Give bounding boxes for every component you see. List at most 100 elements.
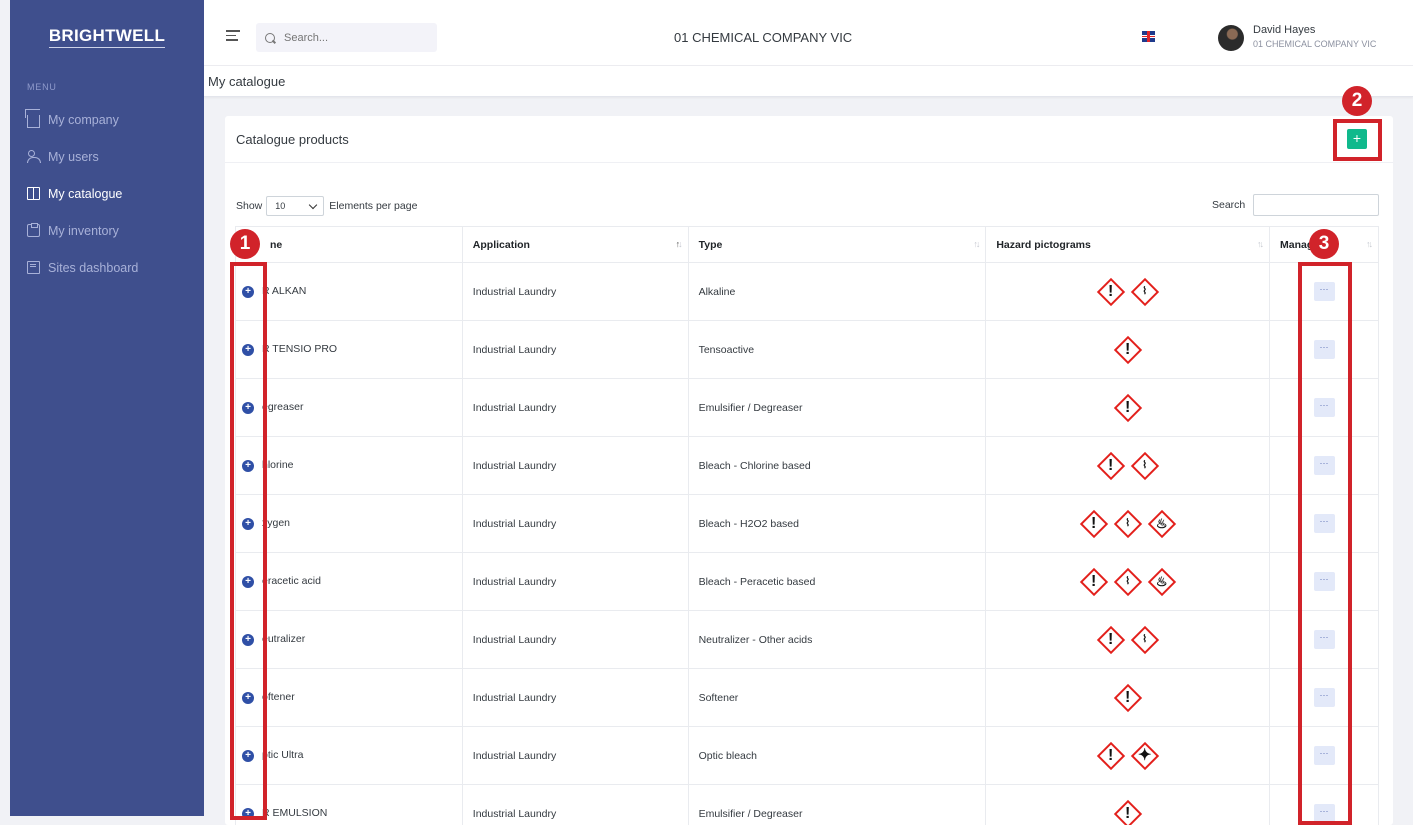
- sidebar-item-my-catalogue[interactable]: My catalogue: [10, 175, 204, 212]
- corrosive-hazard-icon: ⌇: [1130, 451, 1159, 480]
- sidebar-item-my-users[interactable]: My users: [10, 138, 204, 175]
- exclamation-hazard-icon: !: [1096, 625, 1125, 654]
- annotation-box-2: [1333, 119, 1382, 161]
- corrosive-hazard-icon: ⌇: [1113, 509, 1142, 538]
- exclamation-hazard-icon: !: [1096, 741, 1125, 770]
- product-name: R TENSIO PRO: [262, 343, 338, 356]
- product-name-cell: + hlorine: [235, 436, 463, 495]
- oxidizer-hazard-icon: ♨: [1147, 509, 1176, 538]
- sidebar-item-label: My users: [48, 149, 99, 164]
- page-size-value: 10: [275, 201, 286, 211]
- product-name: R ALKAN: [262, 285, 307, 298]
- column-header-name[interactable]: ne: [235, 226, 463, 263]
- table-row: + egreaser Industrial Laundry Emulsifier / …: [235, 378, 1379, 437]
- exclamation-hazard-icon: !: [1113, 683, 1142, 712]
- per-page-label: Elements per page: [329, 200, 418, 212]
- health-hazard-hazard-icon: ✦: [1130, 741, 1159, 770]
- hazard-pictograms-cell: ! ⌇ ♨: [985, 494, 1271, 553]
- hazard-pictograms-cell: ! ⌇ ♨: [985, 552, 1271, 611]
- sort-icon: ↑↓: [973, 239, 980, 249]
- table-row: + R EMULSION Industrial Laundry Emulsifier …: [235, 784, 1379, 825]
- sort-icon: ↑↓: [1257, 239, 1264, 249]
- product-name-cell: + R TENSIO PRO: [235, 320, 463, 379]
- divider: [225, 162, 1393, 163]
- application-cell: Industrial Laundry: [461, 668, 689, 727]
- users-icon: [27, 150, 41, 163]
- page-header: My catalogue: [204, 66, 1413, 97]
- annotation-badge-3: 3: [1309, 229, 1339, 259]
- page-title: My catalogue: [208, 74, 286, 89]
- table-header-row: ne Application ↑↓ Type ↑↓ Hazard pictogram…: [235, 226, 1379, 263]
- page-size-control: Show 10 Elements per page: [236, 196, 417, 216]
- menu-toggle-icon[interactable]: [226, 30, 240, 44]
- type-cell: Emulsifier / Degreaser: [687, 784, 987, 825]
- sidebar-item-label: My company: [48, 112, 119, 127]
- user-name[interactable]: David Hayes: [1253, 24, 1315, 36]
- dashboard-icon: [27, 261, 40, 274]
- global-search[interactable]: [256, 23, 437, 52]
- type-cell: Neutralizer - Other acids: [687, 610, 987, 669]
- table-search-input[interactable]: [1253, 194, 1379, 216]
- exclamation-hazard-icon: !: [1096, 277, 1125, 306]
- type-cell: Bleach - H2O2 based: [687, 494, 987, 553]
- exclamation-hazard-icon: !: [1113, 335, 1142, 364]
- column-label: Type: [698, 238, 723, 251]
- page-size-select[interactable]: 10: [266, 196, 325, 216]
- catalogue-card: Catalogue products + Show 10 Elements pe…: [225, 116, 1393, 825]
- exclamation-hazard-icon: !: [1096, 451, 1125, 480]
- hazard-pictograms-cell: ! ✦: [985, 726, 1271, 785]
- table-row: + xygen Industrial Laundry Bleach - H2O2 ba…: [235, 494, 1379, 553]
- table-row: + oftener Industrial Laundry Softener! ···: [235, 668, 1379, 727]
- table-row: + hlorine Industrial Laundry Bleach - Chlor…: [235, 436, 1379, 495]
- brand-text: BRIGHTWELL: [48, 26, 166, 48]
- corrosive-hazard-icon: ⌇: [1130, 625, 1159, 654]
- type-cell: Emulsifier / Degreaser: [687, 378, 987, 437]
- show-label: Show: [236, 200, 263, 212]
- corrosive-hazard-icon: ⌇: [1113, 567, 1142, 596]
- product-name-cell: + eutralizer: [235, 610, 463, 669]
- type-cell: Softener: [687, 668, 987, 727]
- product-name-cell: + R EMULSION: [235, 784, 463, 825]
- user-company: 01 CHEMICAL COMPANY VIC: [1253, 39, 1377, 49]
- search-input[interactable]: [284, 31, 424, 44]
- hazard-pictograms-cell: !: [985, 378, 1271, 437]
- product-name-cell: + ptic Ultra: [235, 726, 463, 785]
- column-header-type[interactable]: Type ↑↓: [687, 226, 987, 263]
- uk-flag-icon[interactable]: [1142, 31, 1155, 42]
- product-name-cell: + oftener: [235, 668, 463, 727]
- type-cell: Bleach - Peracetic based: [687, 552, 987, 611]
- sidebar-item-my-company[interactable]: My company: [10, 101, 204, 138]
- product-name-cell: + xygen: [235, 494, 463, 553]
- application-cell: Industrial Laundry: [461, 378, 689, 437]
- product-name-cell: + eracetic acid: [235, 552, 463, 611]
- product-name-cell: + egreaser: [235, 378, 463, 437]
- avatar[interactable]: [1218, 25, 1244, 51]
- annotation-box-3: [1298, 262, 1352, 825]
- topbar: 01 CHEMICAL COMPANY VIC David Hayes 01 C…: [204, 0, 1413, 66]
- brand-logo[interactable]: BRIGHTWELL: [10, 0, 204, 73]
- type-cell: Optic bleach: [687, 726, 987, 785]
- sidebar-item-sites-dashboard[interactable]: Sites dashboard: [10, 249, 204, 286]
- sidebar-item-my-inventory[interactable]: My inventory: [10, 212, 204, 249]
- company-name: 01 CHEMICAL COMPANY VIC: [674, 30, 853, 45]
- application-cell: Industrial Laundry: [461, 552, 689, 611]
- clipboard-icon: [27, 223, 40, 237]
- column-header-hazard-pictograms[interactable]: Hazard pictograms ↑↓: [985, 226, 1271, 263]
- annotation-badge-2: 2: [1342, 86, 1372, 116]
- table-search-label: Search: [1212, 199, 1246, 211]
- column-label: Hazard pictograms: [996, 238, 1091, 251]
- type-cell: Tensoactive: [687, 320, 987, 379]
- product-name: eutralizer: [262, 633, 306, 646]
- application-cell: Industrial Laundry: [461, 436, 689, 495]
- products-table: ne Application ↑↓ Type ↑↓ Hazard pictogram…: [235, 226, 1379, 825]
- type-cell: Alkaline: [687, 262, 987, 321]
- menu-title: MENU: [27, 82, 57, 92]
- column-label: Application: [472, 238, 530, 251]
- table-row: + R ALKAN Industrial Laundry Alkaline! ⌇ ···: [235, 262, 1379, 321]
- hazard-pictograms-cell: !: [985, 668, 1271, 727]
- product-name: R EMULSION: [262, 807, 328, 820]
- product-name: egreaser: [262, 401, 304, 414]
- table-row: + R TENSIO PRO Industrial Laundry Tensoacti…: [235, 320, 1379, 379]
- table-row: + eracetic acid Industrial Laundry Bleach -…: [235, 552, 1379, 611]
- column-header-application[interactable]: Application ↑↓: [461, 226, 689, 263]
